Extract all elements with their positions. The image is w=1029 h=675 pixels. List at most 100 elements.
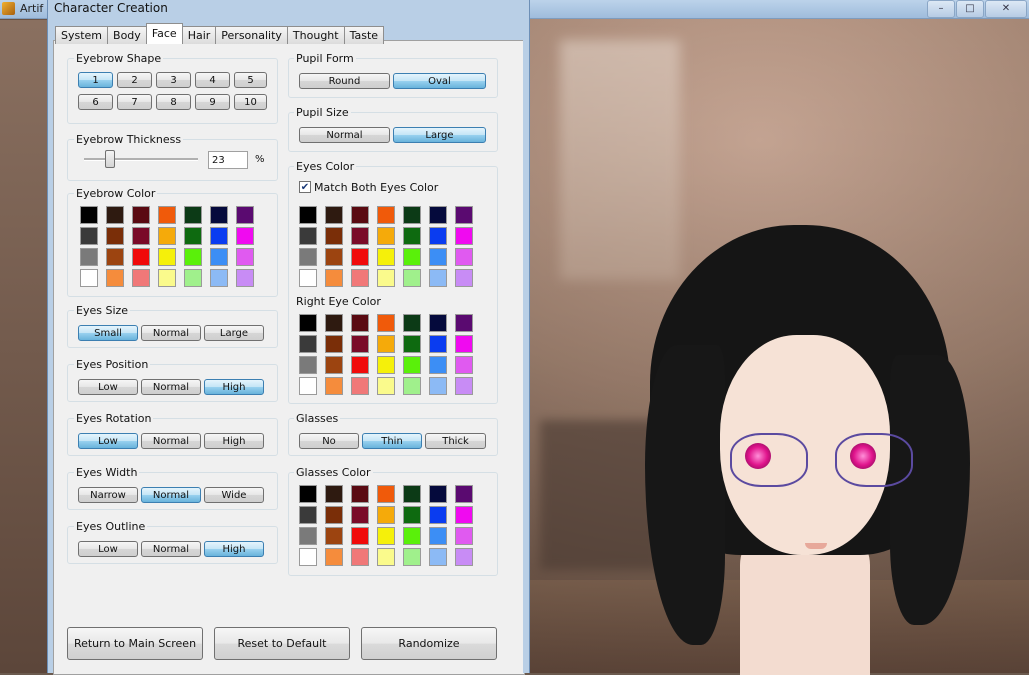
- eyebrow-color-swatch[interactable]: [158, 248, 176, 266]
- pupil-size-normal-button[interactable]: Normal: [299, 127, 390, 143]
- left-eye-color-swatch[interactable]: [455, 206, 473, 224]
- glasses-no-button[interactable]: No: [299, 433, 359, 449]
- left-eye-color-swatch[interactable]: [299, 248, 317, 266]
- right-eye-color-swatch[interactable]: [351, 314, 369, 332]
- glasses-color-swatch[interactable]: [351, 527, 369, 545]
- left-eye-color-swatch[interactable]: [429, 269, 447, 287]
- right-eye-color-swatch[interactable]: [429, 356, 447, 374]
- glasses-color-swatch[interactable]: [429, 527, 447, 545]
- left-eye-color-swatch[interactable]: [429, 248, 447, 266]
- eyes-rotation-low-button[interactable]: Low: [78, 433, 138, 449]
- right-eye-color-swatch[interactable]: [455, 314, 473, 332]
- eyebrow-color-swatch[interactable]: [184, 248, 202, 266]
- glasses-color-swatch[interactable]: [351, 548, 369, 566]
- glasses-color-swatch[interactable]: [299, 485, 317, 503]
- left-eye-color-swatch[interactable]: [455, 269, 473, 287]
- left-eye-color-swatch[interactable]: [377, 206, 395, 224]
- glasses-color-swatch[interactable]: [299, 527, 317, 545]
- right-eye-color-swatch[interactable]: [429, 335, 447, 353]
- glasses-color-swatch[interactable]: [325, 485, 343, 503]
- left-eye-color-swatch[interactable]: [377, 248, 395, 266]
- glasses-color-swatch[interactable]: [455, 485, 473, 503]
- eyebrow-shape-7-button[interactable]: 7: [117, 94, 152, 110]
- glasses-thin-button[interactable]: Thin: [362, 433, 422, 449]
- glasses-color-swatch[interactable]: [403, 548, 421, 566]
- tab-face[interactable]: Face: [145, 23, 183, 44]
- eyebrow-color-swatch[interactable]: [158, 206, 176, 224]
- left-eye-color-swatch[interactable]: [377, 269, 395, 287]
- left-eye-color-swatch[interactable]: [403, 269, 421, 287]
- right-eye-color-swatch[interactable]: [403, 377, 421, 395]
- eyebrow-color-swatch[interactable]: [210, 269, 228, 287]
- right-eye-color-swatch[interactable]: [325, 335, 343, 353]
- tab-thought[interactable]: Thought: [286, 26, 345, 44]
- eyes-rotation-normal-button[interactable]: Normal: [141, 433, 201, 449]
- maximize-icon[interactable]: □: [956, 0, 984, 18]
- eyebrow-color-swatch[interactable]: [80, 227, 98, 245]
- glasses-color-swatch[interactable]: [403, 506, 421, 524]
- right-eye-color-swatch[interactable]: [455, 335, 473, 353]
- left-eye-color-swatch[interactable]: [429, 227, 447, 245]
- left-eye-color-swatch[interactable]: [299, 206, 317, 224]
- glasses-color-swatch[interactable]: [377, 506, 395, 524]
- eyebrow-thickness-slider-thumb[interactable]: [105, 150, 116, 168]
- left-eye-color-swatch[interactable]: [325, 248, 343, 266]
- left-eye-color-swatch[interactable]: [351, 269, 369, 287]
- eyebrow-color-swatch[interactable]: [106, 206, 124, 224]
- right-eye-color-swatch[interactable]: [299, 314, 317, 332]
- return-to-main-screen-button[interactable]: Return to Main Screen: [67, 627, 203, 660]
- glasses-color-swatch[interactable]: [325, 548, 343, 566]
- reset-to-default-button[interactable]: Reset to Default: [214, 627, 350, 660]
- left-eye-color-swatch[interactable]: [455, 248, 473, 266]
- eyebrow-shape-8-button[interactable]: 8: [156, 94, 191, 110]
- eyes-width-normal-button[interactable]: Normal: [141, 487, 201, 503]
- eyebrow-color-swatch[interactable]: [106, 248, 124, 266]
- right-eye-color-swatch[interactable]: [325, 356, 343, 374]
- eyebrow-color-swatch[interactable]: [210, 227, 228, 245]
- eyebrow-shape-1-button[interactable]: 1: [78, 72, 113, 88]
- eyes-size-small-button[interactable]: Small: [78, 325, 138, 341]
- eyebrow-shape-3-button[interactable]: 3: [156, 72, 191, 88]
- left-eye-color-swatch[interactable]: [403, 227, 421, 245]
- eyebrow-color-swatch[interactable]: [210, 206, 228, 224]
- right-eye-color-swatch[interactable]: [429, 377, 447, 395]
- left-eye-color-swatch[interactable]: [403, 248, 421, 266]
- left-eye-color-swatch[interactable]: [325, 206, 343, 224]
- glasses-color-swatch[interactable]: [429, 506, 447, 524]
- eyes-outline-low-button[interactable]: Low: [78, 541, 138, 557]
- right-eye-color-swatch[interactable]: [455, 377, 473, 395]
- right-eye-color-swatch[interactable]: [351, 356, 369, 374]
- glasses-color-swatch[interactable]: [325, 506, 343, 524]
- right-eye-color-swatch[interactable]: [377, 314, 395, 332]
- glasses-color-swatch[interactable]: [429, 485, 447, 503]
- tab-system[interactable]: System: [55, 26, 109, 44]
- left-eye-color-swatch[interactable]: [299, 227, 317, 245]
- left-eye-color-swatch[interactable]: [377, 227, 395, 245]
- glasses-color-swatch[interactable]: [455, 506, 473, 524]
- pupil-size-large-button[interactable]: Large: [393, 127, 486, 143]
- eyebrow-color-swatch[interactable]: [132, 269, 150, 287]
- eyebrow-color-swatch[interactable]: [236, 248, 254, 266]
- left-eye-color-swatch[interactable]: [351, 248, 369, 266]
- eyes-position-low-button[interactable]: Low: [78, 379, 138, 395]
- eyebrow-color-swatch[interactable]: [236, 206, 254, 224]
- randomize-button[interactable]: Randomize: [361, 627, 497, 660]
- right-eye-color-swatch[interactable]: [403, 314, 421, 332]
- eyebrow-color-swatch[interactable]: [132, 206, 150, 224]
- eyebrow-shape-5-button[interactable]: 5: [234, 72, 267, 88]
- right-eye-color-swatch[interactable]: [455, 356, 473, 374]
- glasses-thick-button[interactable]: Thick: [425, 433, 486, 449]
- eyebrow-color-swatch[interactable]: [106, 269, 124, 287]
- tab-taste[interactable]: Taste: [343, 26, 385, 44]
- glasses-color-swatch[interactable]: [403, 485, 421, 503]
- eyebrow-color-swatch[interactable]: [80, 248, 98, 266]
- tab-body[interactable]: Body: [107, 26, 147, 44]
- eyes-outline-normal-button[interactable]: Normal: [141, 541, 201, 557]
- tab-personality[interactable]: Personality: [215, 26, 288, 44]
- left-eye-color-swatch[interactable]: [351, 206, 369, 224]
- right-eye-color-swatch[interactable]: [325, 314, 343, 332]
- eyebrow-color-swatch[interactable]: [236, 269, 254, 287]
- eyes-width-wide-button[interactable]: Wide: [204, 487, 264, 503]
- glasses-color-swatch[interactable]: [377, 485, 395, 503]
- match-both-eyes-checkbox[interactable]: ✔: [299, 181, 311, 193]
